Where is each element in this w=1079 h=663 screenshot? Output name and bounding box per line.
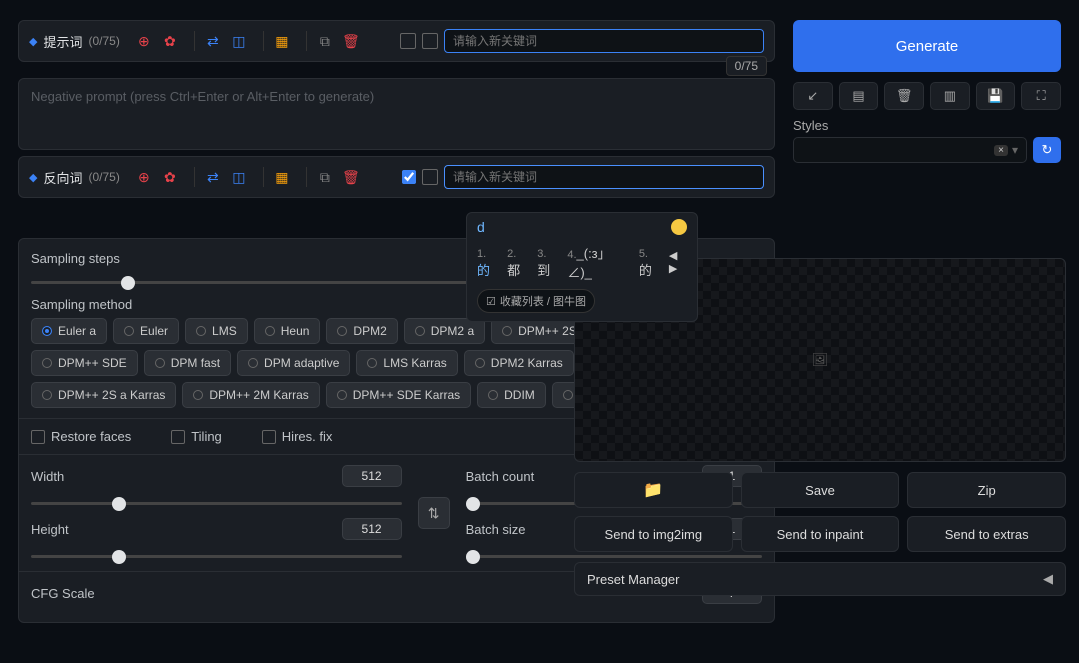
ime-popup: d 1.的 2.都 3.到 4._(:з」∠)_ 5.的 ◀ ▶ ☑ 收藏列表 / 图牛图 [466, 212, 698, 322]
tiling-check[interactable]: Tiling [171, 429, 222, 444]
height-label: Height [31, 522, 81, 537]
icon-1[interactable]: ⊕ [134, 167, 154, 187]
layout-icon[interactable] [422, 169, 438, 185]
width-slider[interactable] [31, 502, 402, 505]
styles-label: Styles [793, 118, 1061, 133]
sampler-option[interactable]: DPM++ SDE [31, 350, 138, 376]
tool-expand-icon[interactable]: ⛶ [1021, 82, 1061, 110]
sampler-option[interactable]: Heun [254, 318, 321, 344]
ime-candidate[interactable]: 5.的 [639, 245, 659, 279]
ime-footer[interactable]: ☑ 收藏列表 / 图牛图 [477, 289, 595, 313]
tool-save-icon[interactable]: 💾 [976, 82, 1016, 110]
translate-icon[interactable]: ▦ [272, 31, 292, 51]
copy-icon[interactable]: ⇄ [203, 167, 223, 187]
sampler-option[interactable]: Euler [113, 318, 179, 344]
width-value[interactable]: 512 [342, 465, 402, 487]
save-button[interactable]: Save [741, 472, 900, 508]
tool-arrow-icon[interactable]: ↙ [793, 82, 833, 110]
styles-refresh-button[interactable]: ↻ [1033, 137, 1061, 163]
negative-label: 反向词 [43, 168, 82, 187]
styles-clear-icon[interactable]: × [994, 145, 1008, 156]
hires-fix-check[interactable]: Hires. fix [262, 429, 333, 444]
image-placeholder-icon: 🖼 [812, 352, 829, 368]
keyword-input-prompt[interactable] [444, 29, 764, 53]
ime-candidate[interactable]: 1.的 [477, 245, 497, 279]
zip-button[interactable]: Zip [907, 472, 1066, 508]
height-slider[interactable] [31, 555, 402, 558]
bookmark-icon[interactable]: ◫ [229, 31, 249, 51]
negative-header: ◆ 反向词 (0/75) ⊕ ✿ ⇄ ◫ ▦ ⧉ 🗑 [18, 156, 775, 198]
keyword-input-negative[interactable] [444, 165, 764, 189]
toggle-checkbox-neg[interactable] [402, 170, 416, 184]
swap-wh-button[interactable]: ⇅ [418, 497, 450, 529]
negative-prompt-area[interactable]: Negative prompt (press Ctrl+Enter or Alt… [18, 78, 775, 150]
send-inpaint-button[interactable]: Send to inpaint [741, 516, 900, 552]
tool-file-icon[interactable]: ▥ [930, 82, 970, 110]
ime-candidates: 1.的 2.都 3.到 4._(:з」∠)_ 5.的 ◀ ▶ [477, 239, 687, 285]
preset-manager-label: Preset Manager [587, 572, 680, 587]
sampler-option[interactable]: LMS Karras [356, 350, 457, 376]
sampler-option[interactable]: DPM++ 2S a Karras [31, 382, 176, 408]
sampler-option[interactable]: DPM2 [326, 318, 397, 344]
collapse-triangle-icon: ◀ [1043, 571, 1053, 587]
prompt-header: ◆ 提示词 (0/75) ⊕ ✿ ⇄ ◫ ▦ ⧉ 🗑 [18, 20, 775, 62]
icon-2[interactable]: ✿ [160, 31, 180, 51]
sampler-option[interactable]: Euler a [31, 318, 107, 344]
ime-emoji-icon[interactable] [671, 219, 687, 235]
send-extras-button[interactable]: Send to extras [907, 516, 1066, 552]
toggle-checkbox[interactable] [400, 33, 416, 49]
dropdown-caret-icon: ▾ [1012, 143, 1018, 157]
prompt-count: (0/75) [88, 34, 119, 48]
icon-1[interactable]: ⊕ [134, 31, 154, 51]
ime-candidate[interactable]: 3.到 [537, 245, 557, 279]
negative-counter: 0/75 [726, 56, 767, 76]
translate-icon[interactable]: ▦ [272, 167, 292, 187]
sampler-option[interactable]: DPM2 Karras [464, 350, 574, 376]
ime-candidate[interactable]: 2.都 [507, 245, 527, 279]
duplicate-icon[interactable]: ⧉ [315, 31, 335, 51]
ime-candidate[interactable]: 4._(:з」∠)_ [567, 243, 628, 281]
ime-nav-icon[interactable]: ◀ ▶ [669, 249, 687, 275]
restore-faces-check[interactable]: Restore faces [31, 429, 131, 444]
negative-placeholder: Negative prompt (press Ctrl+Enter or Alt… [31, 89, 374, 104]
sampler-option[interactable]: LMS [185, 318, 248, 344]
sampler-option[interactable]: DPM fast [144, 350, 231, 376]
sampler-option[interactable]: DPM++ SDE Karras [326, 382, 471, 408]
delete-icon[interactable]: 🗑 [341, 167, 361, 187]
tool-paste-icon[interactable]: ▤ [839, 82, 879, 110]
copy-icon[interactable]: ⇄ [203, 31, 223, 51]
tool-trash-icon[interactable]: 🗑 [884, 82, 924, 110]
layout-icon[interactable] [422, 33, 438, 49]
pin-icon: ☑ [486, 295, 496, 308]
height-value[interactable]: 512 [342, 518, 402, 540]
generate-button[interactable]: Generate [793, 20, 1061, 72]
ime-input-text: d [477, 219, 485, 235]
chevron-down-icon[interactable]: ◆ [29, 35, 37, 48]
negative-count: (0/75) [88, 170, 119, 184]
prompt-label: 提示词 [43, 32, 82, 51]
delete-icon[interactable]: 🗑 [341, 31, 361, 51]
bookmark-icon[interactable]: ◫ [229, 167, 249, 187]
preset-manager-bar[interactable]: Preset Manager ◀ [574, 562, 1066, 596]
sampler-option[interactable]: DPM++ 2M Karras [182, 382, 319, 408]
sampler-option[interactable]: DDIM [477, 382, 546, 408]
chevron-down-icon[interactable]: ◆ [29, 171, 37, 184]
styles-select[interactable]: × ▾ [793, 137, 1027, 163]
sampler-option[interactable]: DPM adaptive [237, 350, 350, 376]
send-img2img-button[interactable]: Send to img2img [574, 516, 733, 552]
icon-2[interactable]: ✿ [160, 167, 180, 187]
width-label: Width [31, 469, 81, 484]
open-folder-button[interactable]: 📁 [574, 472, 733, 508]
duplicate-icon[interactable]: ⧉ [315, 167, 335, 187]
